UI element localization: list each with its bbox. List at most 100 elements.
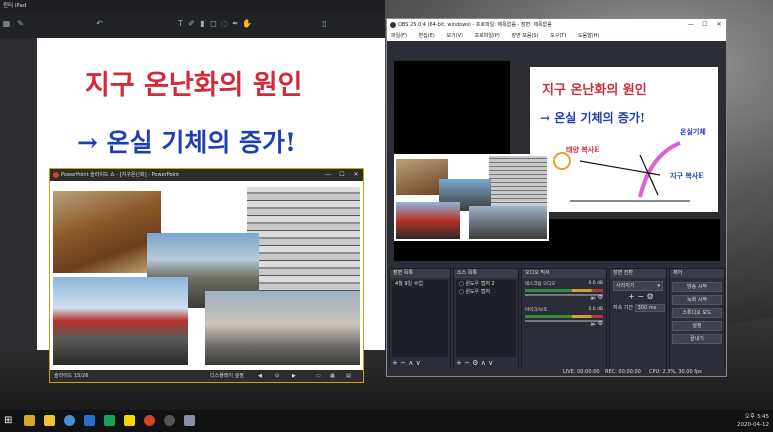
studio-mode-button[interactable]: 스튜디오 모드: [672, 308, 722, 318]
preview-subtitle-handwriting: → 온실 기체의 증가!: [540, 111, 646, 125]
mixer-channel-mic: 마이크/보조 0.0 dB 🔈⚙: [525, 307, 603, 327]
edge-icon[interactable]: [84, 415, 95, 426]
windows-start-icon[interactable]: ⊞: [4, 415, 15, 426]
sources-list[interactable]: ▢ 윈도우 캡처 2 ▢ 윈도우 캡처: [456, 280, 516, 357]
obs-icon[interactable]: [164, 415, 175, 426]
menu-edit[interactable]: 편집(E): [419, 33, 435, 39]
minimize-icon[interactable]: —: [684, 19, 698, 31]
preview-ppt-capture: [394, 154, 549, 241]
previous-icon[interactable]: ◀: [258, 370, 262, 382]
add-icon[interactable]: +: [456, 359, 462, 367]
controls-dock: 제어 방송 시작 녹화 시작 스튜디오 모드 설정 끝내기: [669, 268, 725, 370]
obs-preview-canvas[interactable]: 지구 온난화의 원인 → 온실 기체의 증가! 태양 복사E 온실기체 지구 복…: [394, 61, 720, 261]
lasso-icon[interactable]: ◌: [220, 19, 229, 28]
chrome-icon[interactable]: [64, 415, 75, 426]
channel-name: 데스크탑 오디오: [525, 282, 556, 287]
source-item[interactable]: ▢ 윈도우 캡처 2: [456, 280, 516, 288]
add-icon[interactable]: +: [392, 359, 398, 367]
normal-view-icon[interactable]: ▭: [316, 370, 321, 382]
preview-label-sun: 태양 복사E: [566, 145, 600, 154]
mute-speaker-icon[interactable]: 🔈⚙: [590, 294, 603, 301]
powerpoint-window[interactable]: PowerPoint 슬라이드 쇼 - [지구온난화] - PowerPoint…: [49, 168, 364, 383]
next-icon[interactable]: ▶: [292, 370, 296, 382]
gear-icon[interactable]: ⚙: [472, 359, 478, 367]
minimize-icon[interactable]: —: [321, 169, 335, 181]
menu-scene-collection[interactable]: 장면 모음(S): [511, 33, 538, 39]
pen-icon[interactable]: ✎: [16, 19, 25, 28]
menu-file[interactable]: 파일(F): [391, 33, 407, 39]
grid-icon[interactable]: ▦: [2, 19, 11, 28]
remove-icon[interactable]: −: [464, 359, 470, 367]
preview-title-handwriting: 지구 온난화의 원인: [542, 83, 647, 98]
remove-icon[interactable]: −: [637, 292, 644, 301]
add-icon[interactable]: +: [628, 292, 635, 301]
kakaotalk-icon[interactable]: [124, 415, 135, 426]
clock-time: 오후 3:45: [744, 414, 769, 420]
folder-icon[interactable]: [44, 415, 55, 426]
obs-logo-icon: [390, 22, 396, 28]
scene-item[interactable]: 4월 9일 수업: [392, 280, 448, 288]
maximize-icon[interactable]: ☐: [335, 169, 349, 181]
hand-icon[interactable]: ✋: [242, 19, 252, 28]
transitions-dock: 장면 전환 사라지기 ▾ + − ⚙ 지속 기간 300 ms: [609, 268, 667, 370]
mute-speaker-icon[interactable]: 🔈⚙: [590, 320, 603, 327]
sources-dock: 소스 목록 ▢ 윈도우 캡처 2 ▢ 윈도우 캡처 + − ⚙ ∧ ∨: [453, 268, 519, 370]
move-up-icon[interactable]: ∧: [481, 359, 486, 367]
start-streaming-button[interactable]: 방송 시작: [672, 282, 722, 292]
preview-label-gas: 온실기체: [680, 127, 706, 136]
menu-tools[interactable]: 도구(T): [550, 33, 566, 39]
move-down-icon[interactable]: ∨: [488, 359, 493, 367]
close-icon[interactable]: ✕: [712, 19, 726, 31]
powerpoint-title-bar: PowerPoint 슬라이드 쇼 - [지구온난화] - PowerPoint…: [50, 169, 363, 181]
app-icon[interactable]: [184, 415, 195, 426]
menu-help[interactable]: 도움말(H): [578, 33, 599, 39]
display-settings-button[interactable]: 디스플레이 설정: [210, 370, 244, 382]
text-tool-icon[interactable]: T: [176, 19, 185, 28]
ipad-window-title: 윈터 iPad: [0, 0, 385, 12]
powerpoint-logo-icon: [53, 172, 59, 178]
menu-profile[interactable]: 프로파일(P): [475, 33, 500, 39]
source-item[interactable]: ▢ 윈도우 캡처: [456, 288, 516, 296]
move-up-icon[interactable]: ∧: [408, 359, 413, 367]
start-recording-button[interactable]: 녹화 시작: [672, 295, 722, 305]
eraser-icon[interactable]: ◻: [209, 19, 218, 28]
preview-factory-photo: [469, 206, 547, 239]
duration-label: 지속 기간: [613, 305, 633, 311]
cows-photo: [53, 191, 161, 273]
note-title-handwriting: 지구 온난화의 원인: [85, 70, 303, 101]
pen-color-icon[interactable]: ✒: [231, 19, 240, 28]
maximize-icon[interactable]: ☐: [698, 19, 712, 31]
transition-toolbar: + − ⚙: [628, 292, 654, 301]
obs-window[interactable]: OBS 25.0.4 (64-bit, windows) - 프로파일: 제목없…: [386, 18, 727, 377]
scenes-header: 장면 목록: [390, 269, 450, 278]
menu-icon[interactable]: ⊙: [275, 370, 279, 382]
ipad-toolbar: ▦ ✎ ↶ T ✐ ▮ ◻ ◌ ✒ ✋ ▯: [0, 12, 385, 38]
powerpoint-icon[interactable]: [144, 415, 155, 426]
factory-smoke-photo: [205, 291, 360, 365]
settings-button[interactable]: 설정: [672, 321, 722, 331]
sorter-view-icon[interactable]: ▦: [330, 370, 335, 382]
gear-icon[interactable]: ⚙: [647, 292, 654, 301]
duration-row: 지속 기간 300 ms: [613, 304, 665, 312]
highlighter-icon[interactable]: ▮: [198, 19, 207, 28]
transition-select[interactable]: 사라지기 ▾: [613, 281, 663, 291]
scenes-list[interactable]: 4월 9일 수업: [392, 280, 448, 357]
pencil-icon[interactable]: ✐: [187, 19, 196, 28]
move-down-icon[interactable]: ∨: [416, 359, 421, 367]
undo-icon[interactable]: ↶: [95, 19, 104, 28]
menu-view[interactable]: 보기(V): [446, 33, 463, 39]
note-subtitle-handwriting: → 온실 기체의 증가!: [77, 128, 297, 157]
close-icon[interactable]: ✕: [349, 169, 363, 181]
reading-view-icon[interactable]: ▤: [346, 370, 351, 382]
source-item-label: 윈도우 캡처: [465, 289, 490, 295]
file-explorer-icon[interactable]: [24, 415, 35, 426]
page-icon[interactable]: ▯: [320, 19, 329, 28]
duration-input[interactable]: 300 ms: [634, 304, 665, 312]
sources-header: 소스 목록: [454, 269, 518, 278]
remove-icon[interactable]: −: [400, 359, 406, 367]
rec-time: REC: 00:00:00: [605, 369, 641, 375]
app-icon[interactable]: [104, 415, 115, 426]
exit-button[interactable]: 끝내기: [672, 334, 722, 344]
transitions-header: 장면 전환: [610, 269, 666, 278]
taskbar-clock[interactable]: 오후 3:45 2020-04-12: [737, 413, 769, 429]
